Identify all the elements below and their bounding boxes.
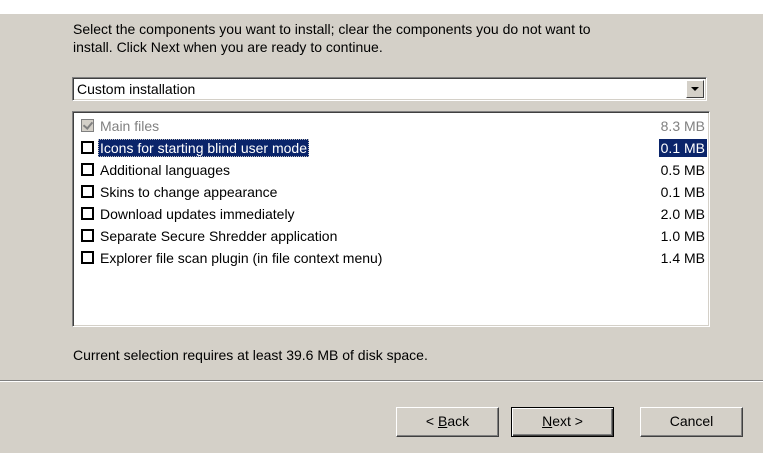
instructions-text: Select the components you want to instal… [73,20,713,56]
component-label: Skins to change appearance [100,184,278,200]
component-size: 1.4 MB [660,250,705,266]
back-prefix: < [425,413,438,429]
list-item-blind-mode-icons[interactable]: Icons for starting blind user mode 0.1 M… [76,138,707,158]
install-type-dropdown[interactable]: Custom installation [72,77,707,101]
checkbox[interactable] [81,185,94,198]
component-size: 1.0 MB [660,228,705,244]
list-item-additional-languages[interactable]: Additional languages 0.5 MB [76,160,707,180]
install-type-value: Custom installation [77,81,196,97]
components-list[interactable]: Main files 8.3 MB Icons for starting bli… [72,111,710,327]
header-strip [0,0,763,14]
instructions-line-1: Select the components you want to instal… [73,21,591,37]
component-label: Explorer file scan plugin (in file conte… [100,250,383,266]
component-label: Main files [100,118,160,134]
checkbox[interactable] [81,119,94,132]
chevron-down-icon [691,87,699,91]
checkbox[interactable] [81,229,94,242]
checkbox[interactable] [81,141,94,154]
list-item-download-updates[interactable]: Download updates immediately 2.0 MB [76,204,707,224]
component-size: 2.0 MB [660,206,705,222]
checkbox[interactable] [81,163,94,176]
next-button[interactable]: Next > [511,407,614,437]
instructions-line-2: install. Click Next when you are ready t… [73,39,383,55]
divider [0,380,763,382]
disk-space-status: Current selection requires at least 39.6… [73,347,428,363]
checkbox[interactable] [81,251,94,264]
back-button[interactable]: < Back [396,407,499,437]
checkbox[interactable] [81,207,94,220]
component-size: 8.3 MB [660,118,705,134]
component-label: Download updates immediately [100,206,295,222]
component-label: Icons for starting blind user mode [98,139,309,157]
component-size: 0.1 MB [658,139,707,157]
next-accesskey: N [542,413,553,429]
list-item-secure-shredder[interactable]: Separate Secure Shredder application 1.0… [76,226,707,246]
list-item-explorer-plugin[interactable]: Explorer file scan plugin (in file conte… [76,248,707,268]
back-label-rest: ack [447,413,470,429]
component-label: Additional languages [100,162,230,178]
list-item-main-files[interactable]: Main files 8.3 MB [76,116,707,136]
component-size: 0.5 MB [660,162,705,178]
dropdown-button[interactable] [686,80,704,98]
next-label-rest: ext > [552,413,583,429]
component-label: Separate Secure Shredder application [100,228,338,244]
cancel-button[interactable]: Cancel [640,407,743,437]
list-item-skins[interactable]: Skins to change appearance 0.1 MB [76,182,707,202]
back-accesskey: B [437,413,448,429]
component-size: 0.1 MB [660,184,705,200]
